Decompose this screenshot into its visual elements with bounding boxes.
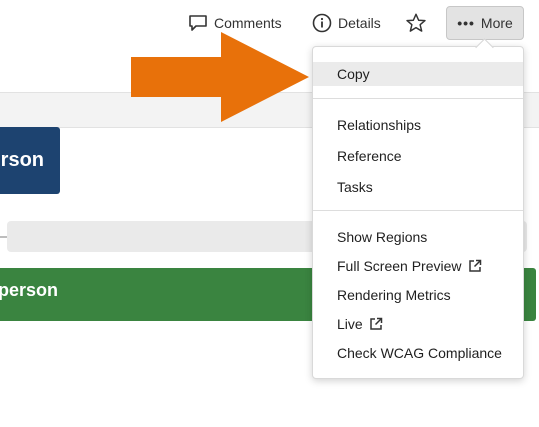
menu-item-label: Copy	[337, 66, 370, 82]
more-button[interactable]: ••• More	[446, 6, 524, 40]
menu-item-relationships[interactable]: Relationships	[313, 113, 523, 137]
menu-item-label: Full Screen Preview	[337, 258, 462, 274]
menu-item-check-wcag-compliance[interactable]: Check WCAG Compliance	[313, 341, 523, 365]
menu-item-label: Reference	[337, 148, 402, 164]
details-button[interactable]: Details	[312, 6, 381, 40]
success-banner-label: person	[0, 280, 59, 300]
favorite-button[interactable]	[405, 6, 427, 40]
comment-icon	[188, 14, 208, 32]
menu-item-label: Live	[337, 316, 363, 332]
star-icon	[405, 12, 427, 34]
external-link-icon	[468, 259, 482, 273]
more-dots-icon: •••	[457, 15, 475, 31]
menu-item-label: Tasks	[337, 179, 373, 195]
menu-item-label: Check WCAG Compliance	[337, 345, 502, 361]
menu-item-reference[interactable]: Reference	[313, 144, 523, 168]
comments-label: Comments	[214, 15, 282, 31]
more-dropdown-menu: Copy Relationships Reference Tasks Show …	[312, 46, 524, 379]
menu-divider	[313, 98, 523, 99]
menu-item-copy[interactable]: Copy	[313, 62, 523, 86]
more-label: More	[480, 15, 513, 31]
info-icon	[312, 13, 332, 33]
menu-divider	[313, 210, 523, 211]
menu-item-rendering-metrics[interactable]: Rendering Metrics	[313, 283, 523, 307]
menu-item-full-screen-preview[interactable]: Full Screen Preview	[313, 254, 523, 278]
primary-action-label: rson	[0, 149, 44, 171]
menu-item-live[interactable]: Live	[313, 312, 523, 336]
menu-item-label: Relationships	[337, 117, 422, 133]
pointer-arrow-icon	[131, 32, 309, 122]
details-label: Details	[338, 15, 381, 31]
menu-item-label: Show Regions	[337, 229, 428, 245]
external-link-icon	[369, 317, 383, 331]
menu-item-label: Rendering Metrics	[337, 287, 451, 303]
primary-action-button[interactable]: rson	[0, 127, 60, 194]
menu-item-show-regions[interactable]: Show Regions	[313, 225, 523, 249]
menu-item-tasks[interactable]: Tasks	[313, 175, 523, 199]
